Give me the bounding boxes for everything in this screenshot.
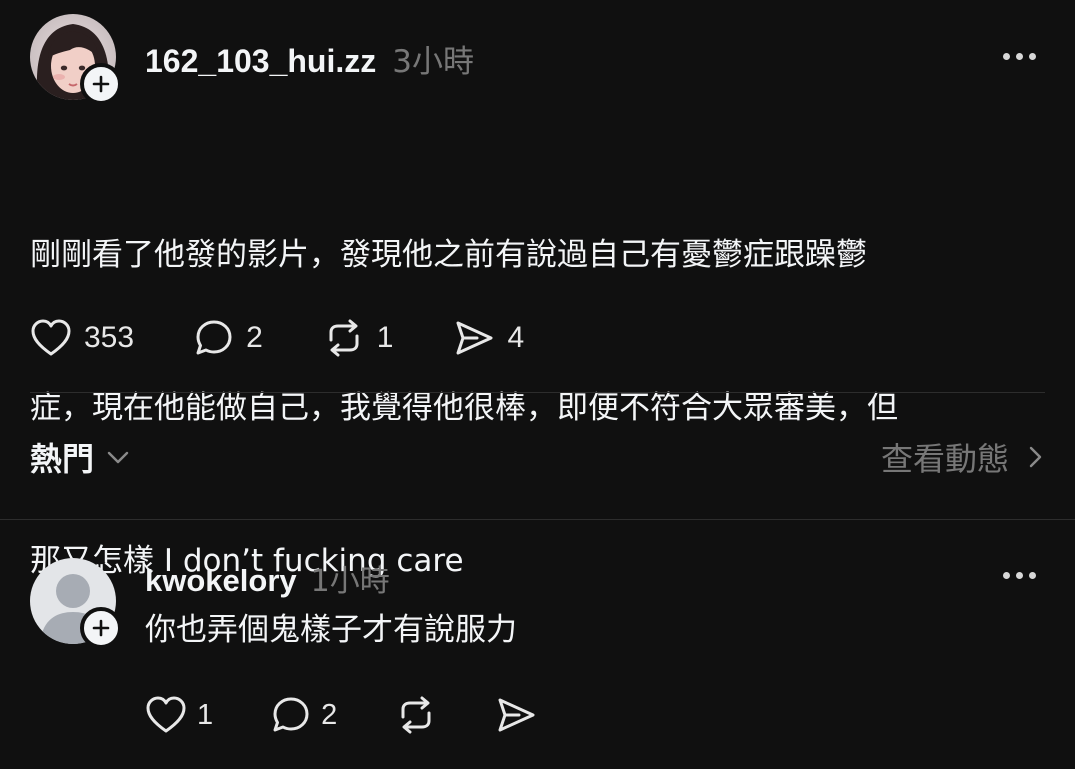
share-count: 4 [507,321,525,354]
reply-username[interactable]: kwokelory [145,563,297,599]
more-dot [1016,53,1023,60]
repost-arrows-icon [401,696,431,734]
heart-icon [31,319,71,356]
reply-follow-button[interactable] [80,607,122,649]
post-timestamp: 3小時 [392,44,474,80]
more-dot [1003,53,1010,60]
heart-icon [146,696,186,733]
chevron-right-icon [1029,446,1042,468]
repost-count: 1 [376,321,394,354]
reply-actions: 1 2 [145,695,537,735]
share-button[interactable]: 4 [453,318,524,358]
more-dot [1029,572,1036,579]
view-activity-link[interactable]: 查看動態 [881,434,1045,480]
post-more-button[interactable] [1003,53,1036,60]
reply-item: kwokelory 1小時 你也弄個鬼樣子才有說服力 1 2 [0,520,1075,769]
main-post: 162_103_hui.zz 3小時 剛剛看了他發的影片，發現他之前有說過自己有… [0,0,1075,579]
follow-button[interactable] [80,63,122,105]
author-avatar[interactable] [30,14,122,105]
sort-dropdown[interactable]: 熱門 [30,434,132,480]
post-body-line: 症，現在他能做自己，我覺得他很棒，即便不符合大眾審美，但 [30,390,898,426]
divider [30,392,1045,393]
comment-count: 2 [246,321,263,354]
more-dot [1003,572,1010,579]
reply-repost-button[interactable] [395,695,437,735]
reply-share-button[interactable] [495,695,537,735]
reply-author-avatar[interactable] [30,558,122,649]
reply-timestamp: 1小時 [310,564,390,599]
repost-button[interactable]: 1 [323,318,394,358]
sort-label: 熱門 [30,440,95,478]
chevron-down-icon [107,451,129,464]
repost-arrows-icon [329,319,359,357]
comment-bubble-icon [273,697,309,732]
plus-icon [92,619,110,637]
view-activity-label: 查看動態 [880,440,1009,478]
like-button[interactable]: 353 [30,318,134,358]
send-icon [498,698,535,732]
reply-sort-bar: 熱門 查看動態 [0,434,1075,480]
reply-header: kwokelory 1小時 [145,556,390,600]
more-dot [1016,572,1023,579]
like-count: 353 [84,321,135,354]
reply-body: 你也弄個鬼樣子才有說服力 [145,612,517,648]
author-username[interactable]: 162_103_hui.zz [145,43,376,80]
reply-more-button[interactable] [1003,572,1036,579]
comment-bubble-icon [196,320,232,355]
send-icon [456,321,493,355]
reply-like-count: 1 [197,698,214,731]
reply-comment-count: 2 [321,698,338,731]
post-actions: 353 2 1 4 [30,318,524,358]
post-header: 162_103_hui.zz 3小時 [145,36,474,81]
reply-comment-button[interactable]: 2 [271,695,337,735]
reply-like-button[interactable]: 1 [145,695,213,735]
plus-icon [92,75,110,93]
post-body-line: 剛剛看了他發的影片，發現他之前有說過自己有憂鬱症跟躁鬱 [30,237,867,273]
comment-button[interactable]: 2 [194,318,263,358]
more-dot [1029,53,1036,60]
